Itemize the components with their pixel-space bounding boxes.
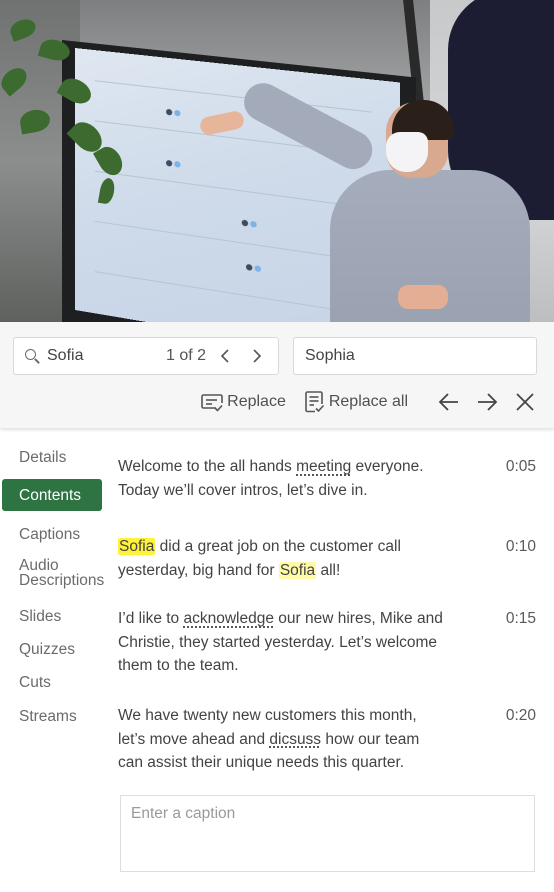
transcript-entry[interactable]: Sofia did a great job on the customer ca…: [118, 535, 540, 582]
timestamp[interactable]: 0:05: [506, 455, 536, 479]
nav-item-contents[interactable]: Contents: [2, 479, 102, 511]
replace-field[interactable]: Sophia: [293, 337, 537, 375]
screen-line: [94, 80, 372, 113]
nav-item-slides[interactable]: Slides: [19, 608, 61, 625]
find-field[interactable]: Sofia 1 of 2: [13, 337, 279, 375]
arrow-right-icon: [478, 393, 498, 411]
transcript-text[interactable]: We have twenty new customers this month,…: [118, 704, 448, 775]
caption-input[interactable]: [120, 795, 535, 872]
previous-match-button[interactable]: [214, 345, 236, 367]
timestamp[interactable]: 0:15: [506, 607, 536, 631]
replace-label: Replace: [227, 393, 286, 410]
screen-dot: [166, 108, 173, 116]
replace-icon: [201, 394, 223, 412]
screen-dot: [241, 219, 249, 227]
nav-item-label: Streams: [19, 708, 77, 725]
transcript-text[interactable]: Welcome to the all hands meeting everyon…: [118, 455, 448, 502]
arrow-left-icon: [438, 393, 458, 411]
spelling-flag: meeting: [296, 458, 352, 475]
screen-dot: [245, 263, 253, 271]
transcript-entry[interactable]: I’d like to acknowledge our new hires, M…: [118, 607, 540, 678]
text-segment: Welcome to the all hands: [118, 458, 297, 475]
next-button[interactable]: [474, 389, 500, 415]
screen-dot: [254, 265, 262, 273]
nav-item-label: Cuts: [19, 674, 51, 691]
replace-button[interactable]: Replace: [200, 391, 286, 413]
replace-all-button[interactable]: Replace all: [302, 391, 408, 413]
presenter-mask: [386, 132, 428, 172]
screen-dot: [174, 109, 181, 117]
previous-button[interactable]: [436, 389, 462, 415]
transcript-text[interactable]: I’d like to acknowledge our new hires, M…: [118, 607, 448, 678]
screen-line: [94, 170, 372, 209]
search-icon: [24, 348, 40, 364]
video-preview[interactable]: [0, 0, 554, 322]
screen-dot: [174, 160, 181, 168]
nav-item-label: Slides: [19, 608, 62, 625]
transcript-entry[interactable]: We have twenty new customers this month,…: [118, 704, 540, 775]
nav-item-quizzes[interactable]: Quizzes: [19, 641, 75, 658]
presenter-hand: [398, 285, 448, 309]
nav-item-cuts[interactable]: Cuts: [19, 674, 51, 691]
timestamp[interactable]: 0:20: [506, 704, 536, 728]
nav-item-streams[interactable]: Streams: [19, 708, 77, 725]
screen-dot: [166, 159, 173, 167]
nav-item-label: Contents: [19, 486, 82, 504]
replace-input[interactable]: Sophia: [305, 347, 355, 365]
find-replace-toolbar: Sofia 1 of 2 Sophia Replace Replace all: [0, 322, 554, 428]
transcript-text[interactable]: Sofia did a great job on the customer ca…: [118, 535, 448, 582]
timestamp[interactable]: 0:10: [506, 535, 536, 559]
close-button[interactable]: [512, 389, 538, 415]
text-segment: all!: [316, 561, 341, 579]
close-icon: [516, 393, 534, 411]
chevron-left-icon: [220, 349, 229, 363]
find-replace-actions: Replace Replace all: [200, 386, 538, 418]
nav-item-audio-descriptions[interactable]: Audio Descriptions: [19, 557, 105, 589]
nav-item-label: Details: [19, 449, 67, 466]
nav-item-label: Quizzes: [19, 641, 75, 658]
nav-item-label: Descriptions: [19, 572, 105, 589]
transcript-entry[interactable]: Welcome to the all hands meeting everyon…: [118, 455, 540, 502]
current-search-match: Sofia: [118, 538, 156, 555]
find-input[interactable]: Sofia: [47, 347, 166, 365]
search-match: Sofia: [278, 561, 317, 579]
replace-all-label: Replace all: [328, 393, 408, 410]
screen-dot: [250, 220, 257, 228]
nav-item-label: Audio: [19, 557, 59, 574]
nav-item-captions[interactable]: Captions: [19, 526, 80, 543]
nav-item-details[interactable]: Details: [19, 449, 66, 466]
next-match-button[interactable]: [246, 345, 268, 367]
replace-all-icon: [305, 391, 324, 413]
spelling-flag: dicsuss: [269, 730, 322, 748]
match-counter: 1 of 2: [165, 347, 206, 364]
nav-item-label: Captions: [19, 526, 81, 543]
spelling-flag: acknowledge: [183, 610, 274, 627]
text-segment: I’d like to: [118, 610, 184, 627]
text-segment: did a great job on the customer call yes…: [118, 538, 401, 579]
chevron-right-icon: [253, 349, 262, 363]
